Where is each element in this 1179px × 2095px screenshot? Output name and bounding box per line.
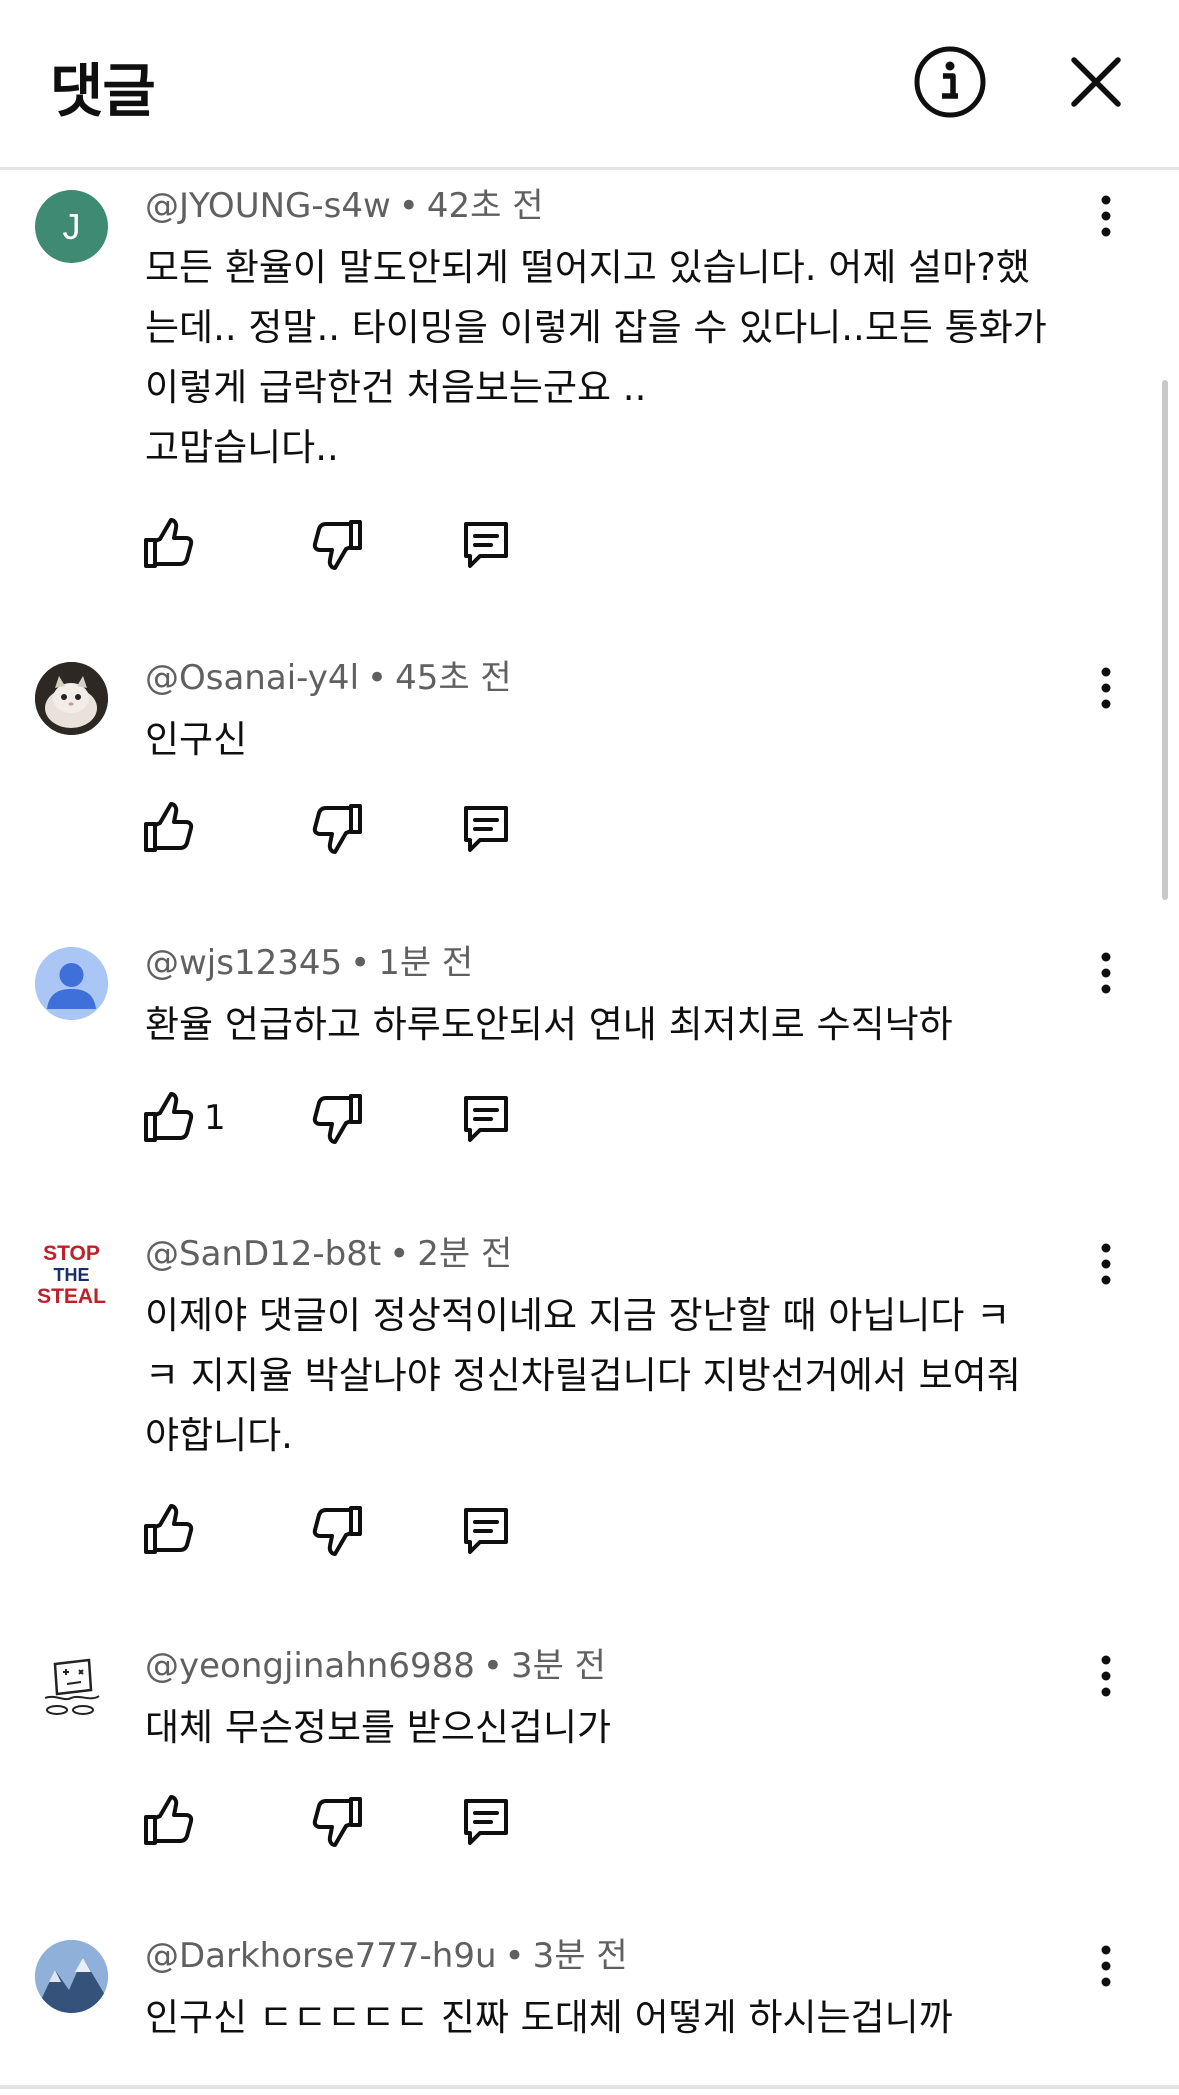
comment-actions (140, 1793, 540, 1853)
dislike-button[interactable] (310, 1793, 366, 1849)
cat-avatar-image (35, 662, 108, 735)
svg-text:THE: THE (54, 1265, 90, 1285)
like-button[interactable] (140, 1502, 196, 1558)
comment-text: 환율 언급하고 하루도안되서 연내 최저치로 수직낙하 (145, 1003, 953, 1046)
reply-icon (464, 1799, 508, 1845)
like-button[interactable] (140, 1793, 196, 1849)
comment-text: 대체 무슨정보를 받으신겁니가 (145, 1706, 612, 1749)
like-count: 1 (204, 1098, 226, 1138)
comment-actions (140, 800, 540, 860)
avatar[interactable] (35, 947, 108, 1020)
comment-author[interactable]: @SanD12-b8t (145, 1234, 381, 1274)
reply-button[interactable] (458, 1793, 514, 1849)
thumb-down-icon (312, 804, 362, 854)
stop-the-steal-avatar-image: STOP THE STEAL (35, 1238, 108, 1311)
avatar-letter: J (63, 206, 81, 247)
svg-text:J: J (63, 206, 81, 247)
comment-text: 인구신 ㄷㄷㄷㄷㄷ 진짜 도대체 어떻게 하시는겁니까 (145, 1996, 953, 2039)
comment-time: 45초 전 (395, 658, 512, 698)
comment-author[interactable]: @wjs12345 (145, 943, 342, 983)
thumb-up-icon (144, 1795, 194, 1845)
landscape-avatar-image (35, 1940, 108, 2013)
info-button[interactable] (912, 44, 988, 120)
comment-actions: 1 (140, 1090, 540, 1150)
avatar[interactable] (35, 1650, 108, 1723)
comment-text: 모든 환율이 말도안되게 떨어지고 있습니다. 어제 설마?했 는데.. 정말.… (145, 246, 1047, 469)
comment-time: 42초 전 (426, 186, 544, 226)
svg-text:STEAL: STEAL (37, 1285, 106, 1308)
doodle-avatar-image (35, 1650, 108, 1723)
comment-author[interactable]: @JYOUNG-s4w (145, 186, 391, 226)
reply-button[interactable] (458, 800, 514, 856)
like-button[interactable]: 1 (140, 1090, 226, 1146)
svg-text:STOP: STOP (43, 1242, 100, 1265)
comment-author[interactable]: @Osanai-y4l (145, 658, 359, 698)
dislike-button[interactable] (310, 800, 366, 856)
like-button[interactable] (140, 516, 196, 572)
default-avatar-icon (35, 947, 108, 1020)
comments-header: 댓글 (0, 0, 1179, 170)
scrollbar[interactable] (1162, 380, 1168, 900)
avatar[interactable]: J (35, 190, 108, 263)
dislike-button[interactable] (310, 1090, 366, 1146)
comment-meta: @SanD12-b8t • 2분 전 (145, 1234, 513, 1274)
reply-icon (464, 1096, 508, 1142)
reply-button[interactable] (458, 1502, 514, 1558)
comment-text: 이제야 댓글이 정상적이네요 지금 장난할 때 아닙니다 ㅋ ㅋ 지지율 박살나… (145, 1294, 1021, 1457)
thumb-up-icon (144, 802, 194, 852)
thumb-up-icon (144, 1504, 194, 1554)
comment-time: 2분 전 (417, 1234, 513, 1274)
comment-text: 인구신 (145, 718, 248, 761)
thumb-up-icon (144, 518, 194, 568)
dislike-button[interactable] (310, 1502, 366, 1558)
comment-meta: @Darkhorse777-h9u • 3분 전 (145, 1936, 628, 1976)
comment-meta: @yeongjinahn6988 • 3분 전 (145, 1646, 606, 1686)
info-icon (914, 46, 986, 118)
comment-author[interactable]: @yeongjinahn6988 (145, 1646, 475, 1686)
reply-icon (464, 1508, 508, 1554)
avatar[interactable] (35, 1940, 108, 2013)
thumb-down-icon (312, 1094, 362, 1144)
comment-time: 3분 전 (532, 1936, 628, 1976)
bottom-divider (0, 2085, 1179, 2089)
thumb-down-icon (312, 520, 362, 570)
comment-time: 3분 전 (510, 1646, 606, 1686)
comment-actions (140, 516, 540, 576)
comment-meta: @wjs12345 • 1분 전 (145, 943, 474, 983)
thumb-down-icon (312, 1506, 362, 1556)
close-button[interactable] (1060, 46, 1132, 118)
reply-button[interactable] (458, 1090, 514, 1146)
reply-icon (464, 806, 508, 852)
thumb-up-icon (144, 1092, 194, 1142)
reply-icon (464, 522, 508, 568)
page-title: 댓글 (50, 57, 156, 125)
dislike-button[interactable] (310, 516, 366, 572)
thumb-down-icon (312, 1797, 362, 1847)
comment-meta: @Osanai-y4l • 45초 전 (145, 658, 512, 698)
close-icon (1071, 57, 1121, 107)
avatar[interactable]: STOP THE STEAL (35, 1238, 108, 1311)
reply-button[interactable] (458, 516, 514, 572)
comment-time: 1분 전 (378, 943, 474, 983)
comment-actions (140, 1502, 540, 1562)
comment-author[interactable]: @Darkhorse777-h9u (145, 1936, 497, 1976)
avatar[interactable] (35, 662, 108, 735)
like-button[interactable] (140, 800, 196, 856)
comment-meta: @JYOUNG-s4w • 42초 전 (145, 186, 544, 226)
